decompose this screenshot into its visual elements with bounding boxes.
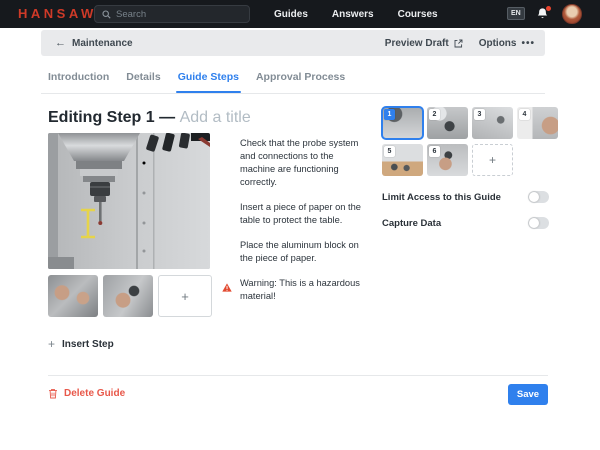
list-item: Warning: This is a hazardous material! — [222, 277, 366, 303]
guide-settings: Limit Access to this Guide Capture Data — [382, 190, 549, 242]
warning-triangle-icon — [222, 279, 232, 297]
step-heading-text: Editing Step 1 — — [48, 109, 175, 126]
step-thumb-4[interactable]: 4 — [517, 107, 558, 139]
notification-dot — [546, 6, 551, 11]
step-thumb-5[interactable]: 5 — [382, 144, 423, 176]
plus-icon: + — [489, 153, 496, 167]
add-media-button[interactable]: + — [158, 275, 212, 317]
list-item: Insert a piece of paper on the table to … — [222, 201, 366, 227]
toggle-knob — [529, 218, 539, 228]
notifications-button[interactable] — [536, 7, 550, 21]
step-heading: Editing Step 1 — Add a title — [48, 109, 251, 127]
bullet-text: Check that the probe system and connecti… — [240, 137, 366, 189]
search-box[interactable] — [94, 5, 250, 23]
preview-draft-button[interactable]: Preview Draft — [385, 38, 463, 49]
step-number-badge: 3 — [474, 109, 485, 120]
nav-links: Guides Answers Courses — [274, 0, 438, 28]
language-badge[interactable]: EN — [507, 7, 525, 20]
warning-text: Warning: This is a hazardous material! — [240, 277, 366, 303]
step-number-badge: 6 — [429, 146, 440, 157]
capture-data-label: Capture Data — [382, 218, 441, 229]
preview-draft-label: Preview Draft — [385, 38, 449, 49]
breadcrumb: Maintenance — [72, 38, 133, 49]
insert-step-label: Insert Step — [62, 339, 114, 350]
step-title-placeholder[interactable]: Add a title — [180, 109, 251, 126]
external-link-icon — [454, 39, 463, 48]
step-thumb-2[interactable]: 2 — [427, 107, 468, 139]
step-instructions[interactable]: Check that the probe system and connecti… — [222, 137, 366, 315]
cnc-machine-photo — [48, 133, 210, 269]
list-item: Place the aluminum block on the piece of… — [222, 239, 366, 265]
add-step-thumbnail-button[interactable]: + — [472, 144, 513, 176]
back-arrow-icon: ← — [55, 38, 66, 49]
step-thumb-3[interactable]: 3 — [472, 107, 513, 139]
step-number-badge: 4 — [519, 109, 530, 120]
app-window: HANSAW Guides Answers Courses EN ← Maint… — [0, 0, 600, 450]
options-label: Options — [479, 38, 517, 49]
step-thumb-1[interactable]: 1 — [382, 107, 423, 139]
setting-row: Limit Access to this Guide — [382, 190, 549, 204]
media-thumbnail-1[interactable] — [48, 275, 98, 317]
setting-row: Capture Data — [382, 216, 549, 230]
media-thumbnail-2[interactable] — [103, 275, 153, 317]
tab-details[interactable]: Details — [126, 62, 160, 93]
search-input[interactable] — [116, 9, 242, 20]
limit-access-toggle[interactable] — [528, 191, 549, 203]
step-thumbnail-grid: 1 2 3 4 5 6 + — [382, 107, 558, 176]
insert-step-button[interactable]: + Insert Step — [48, 338, 114, 350]
tabs-divider — [41, 93, 545, 94]
toggle-knob — [529, 192, 539, 202]
footer-divider — [48, 375, 548, 376]
guide-toolbar: ← Maintenance Preview Draft Options ••• — [41, 30, 545, 56]
nav-link-courses[interactable]: Courses — [398, 9, 438, 20]
tab-introduction[interactable]: Introduction — [48, 62, 109, 93]
delete-guide-button[interactable]: Delete Guide — [48, 388, 125, 399]
tab-approval-process[interactable]: Approval Process — [256, 62, 345, 93]
options-button[interactable]: Options ••• — [479, 38, 535, 49]
nav-link-guides[interactable]: Guides — [274, 9, 308, 20]
step-thumb-6[interactable]: 6 — [427, 144, 468, 176]
bullet-text: Place the aluminum block on the piece of… — [240, 239, 366, 265]
top-nav: HANSAW Guides Answers Courses EN — [0, 0, 600, 28]
plus-icon: + — [181, 289, 189, 304]
trash-icon — [48, 388, 58, 399]
bullet-text: Insert a piece of paper on the table to … — [240, 201, 366, 227]
nav-link-answers[interactable]: Answers — [332, 9, 374, 20]
capture-data-toggle[interactable] — [528, 217, 549, 229]
user-avatar[interactable] — [562, 4, 582, 24]
guide-tabs: Introduction Details Guide Steps Approva… — [48, 62, 345, 93]
brand-logo[interactable]: HANSAW — [18, 0, 97, 28]
step-media-strip: + — [48, 275, 212, 317]
save-button[interactable]: Save — [508, 384, 548, 405]
tab-guide-steps[interactable]: Guide Steps — [178, 62, 239, 93]
back-button[interactable]: ← Maintenance — [55, 38, 133, 49]
delete-guide-label: Delete Guide — [64, 388, 125, 399]
step-number-badge: 5 — [384, 146, 395, 157]
list-item: Check that the probe system and connecti… — [222, 137, 366, 189]
step-number-badge: 1 — [384, 109, 395, 120]
step-number-badge: 2 — [429, 109, 440, 120]
limit-access-label: Limit Access to this Guide — [382, 192, 501, 203]
search-icon — [102, 10, 111, 19]
ellipsis-icon: ••• — [521, 38, 535, 49]
step-main-image[interactable] — [48, 133, 210, 269]
plus-icon: + — [48, 338, 55, 350]
